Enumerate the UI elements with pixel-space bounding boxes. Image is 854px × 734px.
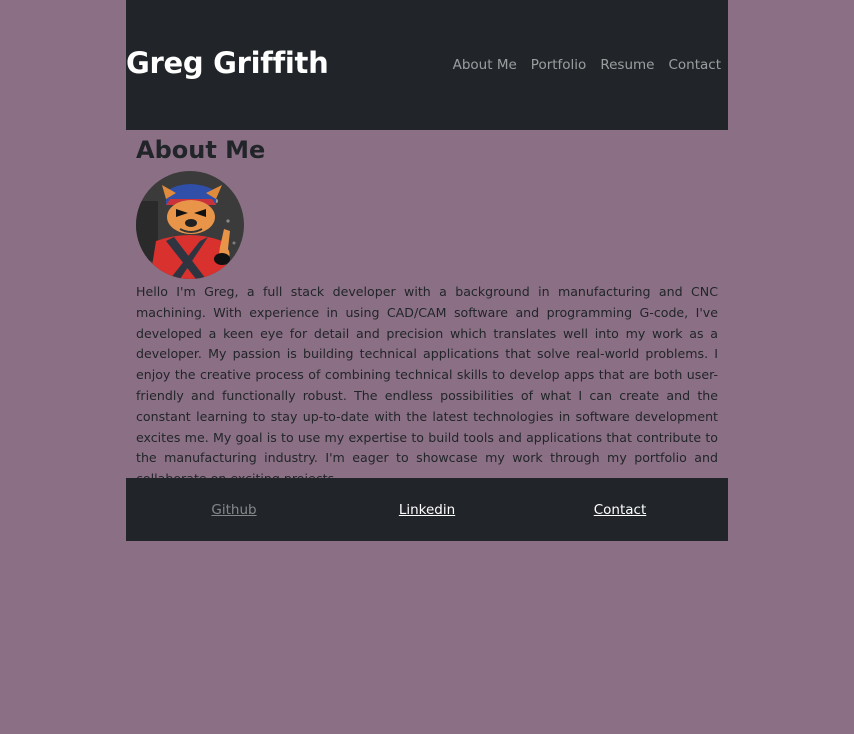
- footer-contact-link[interactable]: Contact: [594, 501, 647, 519]
- about-section: About Me Hello I'm Greg, a full stack de…: [126, 130, 728, 490]
- page: Greg Griffith About Me Portfolio Resume …: [0, 0, 854, 734]
- bio-paragraph: Hello I'm Greg, a full stack developer w…: [136, 284, 718, 486]
- nav-resume[interactable]: Resume: [600, 56, 654, 74]
- footer-github-link[interactable]: Github: [211, 501, 256, 519]
- main-nav: About Me Portfolio Resume Contact: [453, 56, 721, 74]
- brand-name[interactable]: Greg Griffith: [126, 44, 329, 82]
- main-container: Greg Griffith About Me Portfolio Resume …: [126, 0, 728, 541]
- nav-about-me[interactable]: About Me: [453, 56, 517, 74]
- site-header: Greg Griffith About Me Portfolio Resume …: [126, 0, 728, 130]
- nav-contact[interactable]: Contact: [668, 56, 721, 74]
- avatar: [136, 171, 244, 279]
- nav-portfolio[interactable]: Portfolio: [531, 56, 587, 74]
- site-footer: Github Linkedin Contact: [126, 478, 728, 541]
- about-title: About Me: [136, 136, 266, 164]
- cartoon-cat-avatar-icon: [136, 171, 244, 279]
- footer-linkedin-link[interactable]: Linkedin: [399, 501, 455, 519]
